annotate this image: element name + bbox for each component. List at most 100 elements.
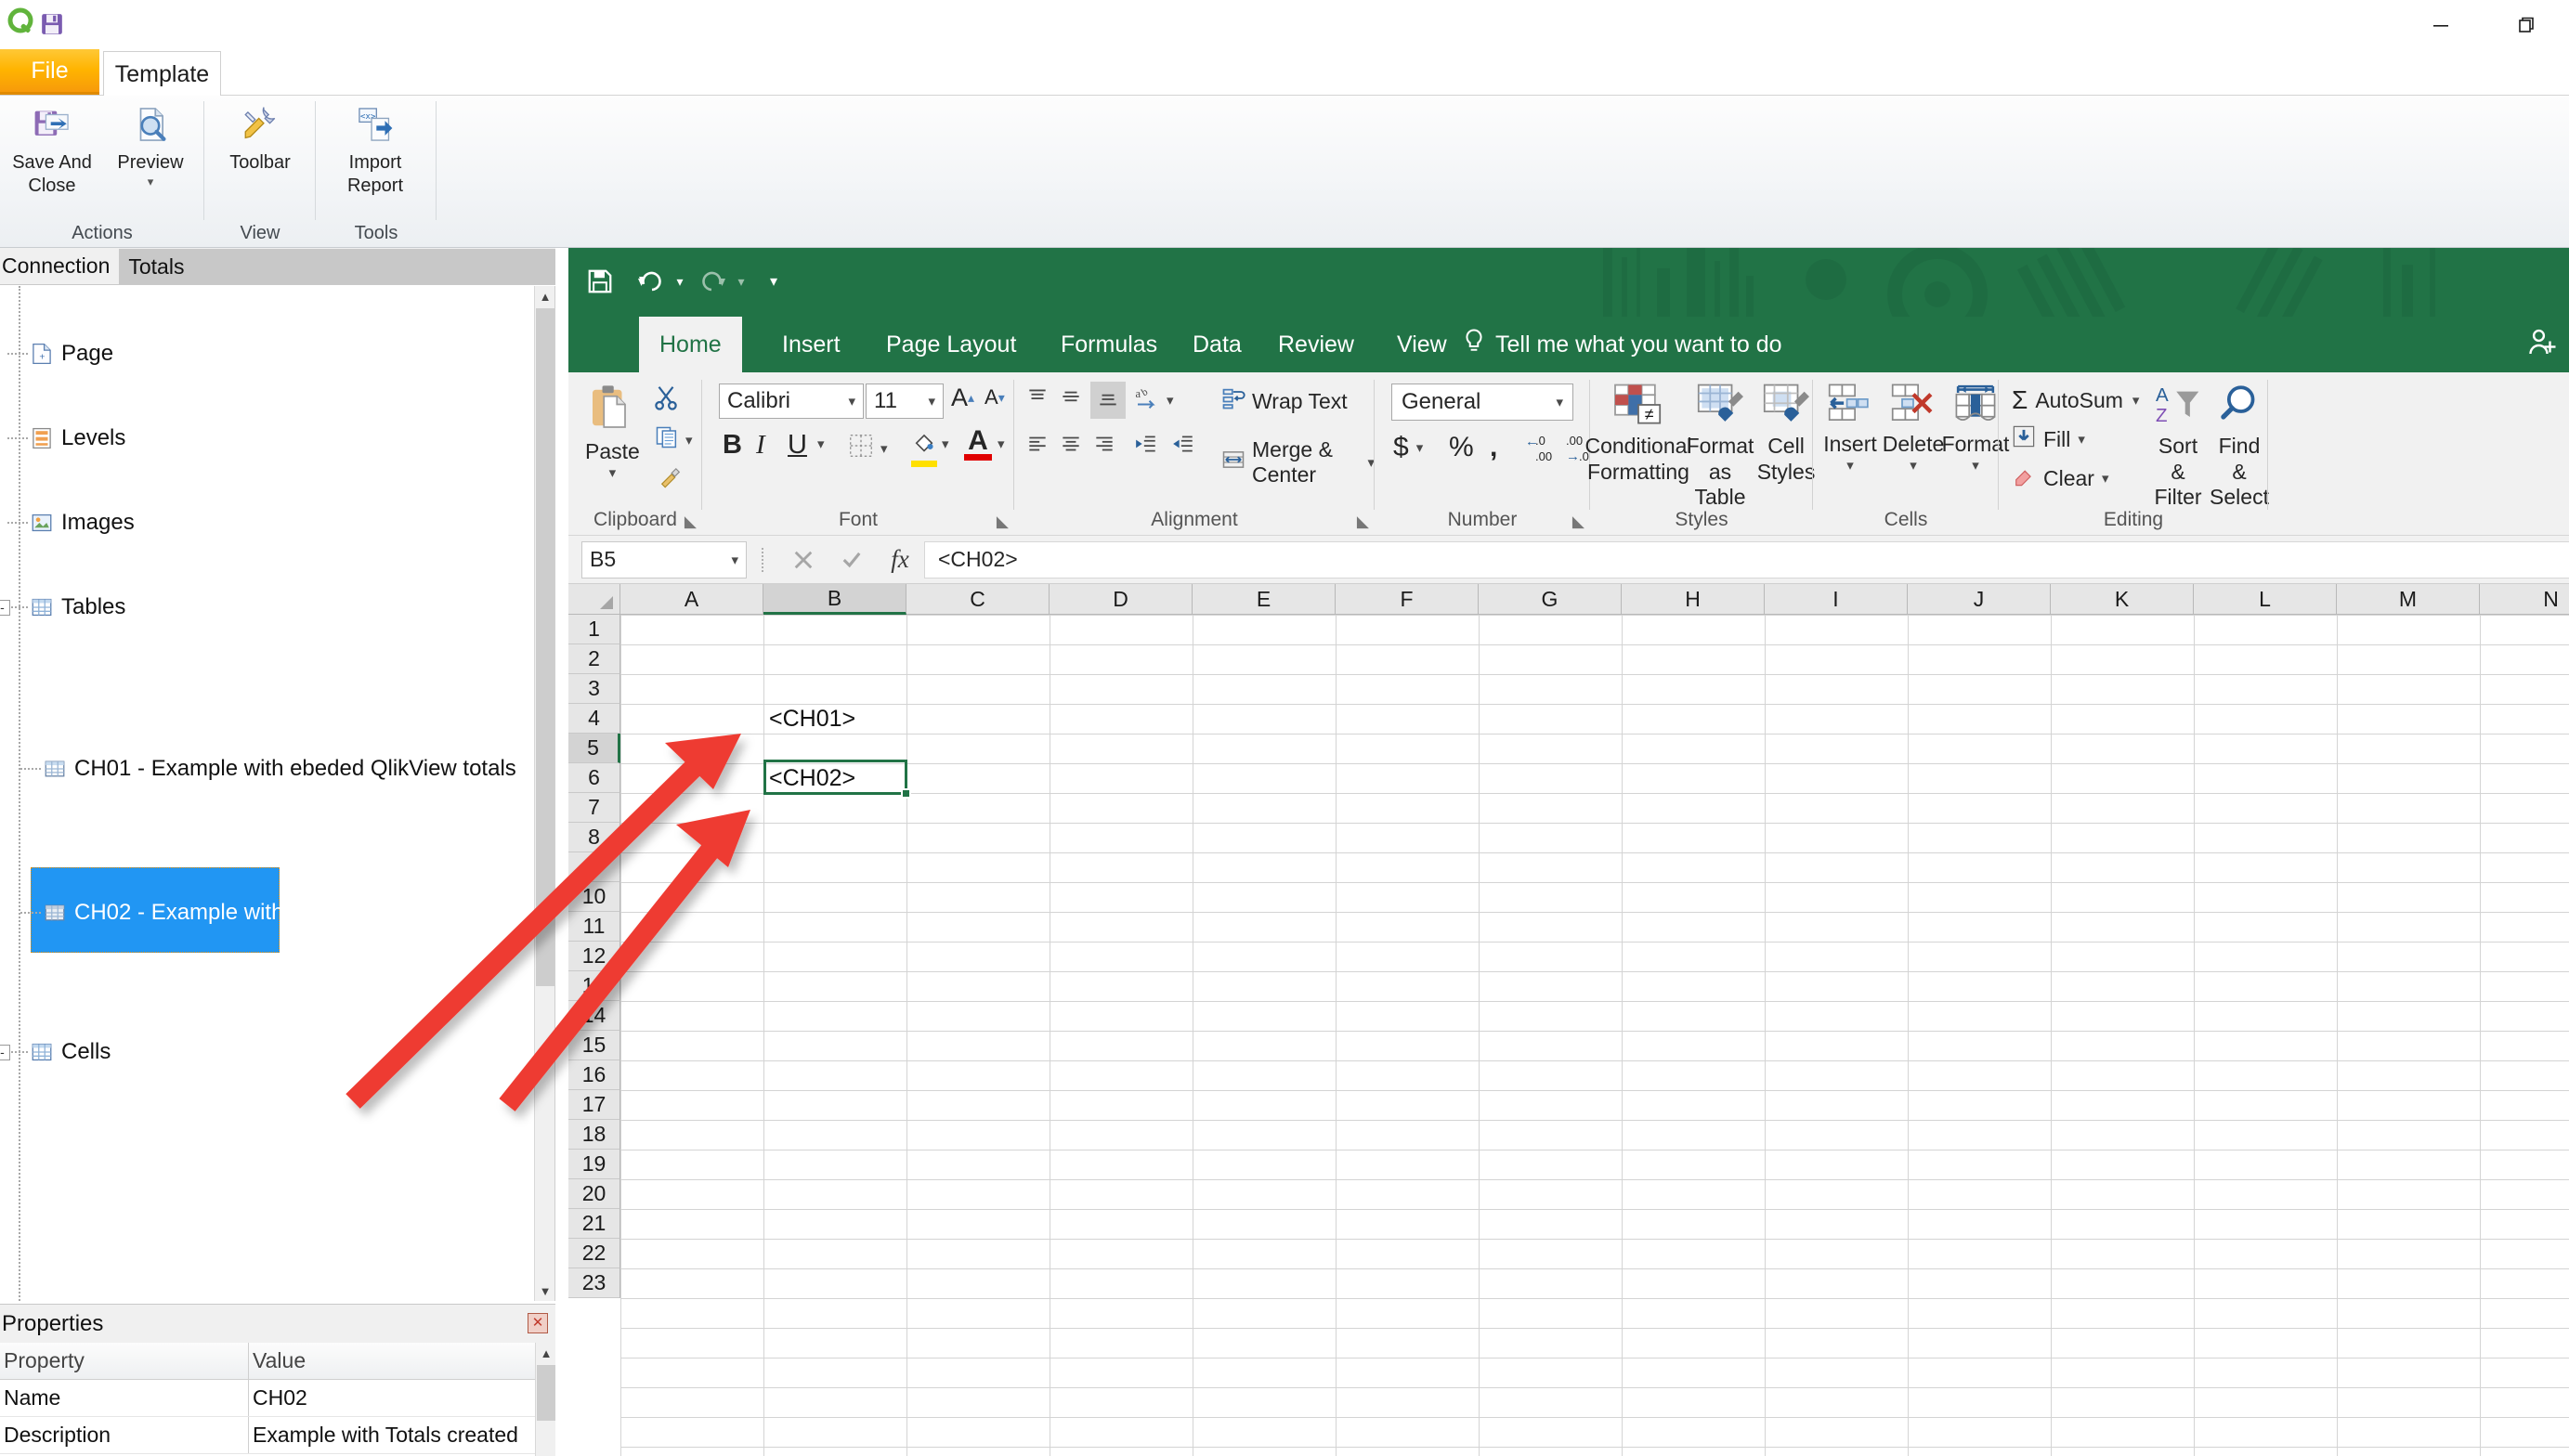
find-select-button[interactable]: Find & Select	[2210, 384, 2269, 511]
column-header-j[interactable]: J	[1908, 584, 2051, 615]
row-header-16[interactable]: 16	[568, 1060, 620, 1090]
tab-insert[interactable]: Insert	[762, 317, 861, 372]
row-header-20[interactable]: 20	[568, 1179, 620, 1209]
row-header-2[interactable]: 2	[568, 644, 620, 674]
font-dialog-launcher-icon[interactable]: ◣	[997, 513, 1009, 531]
preview-button[interactable]: Preview ▾	[106, 103, 195, 189]
preview-dropdown-arrow-icon[interactable]: ▾	[106, 175, 195, 189]
import-report-button[interactable]: <x> Import Report	[323, 103, 427, 198]
number-dialog-launcher-icon[interactable]: ◣	[1572, 513, 1584, 531]
row-header-19[interactable]: 19	[568, 1150, 620, 1179]
conditional-formatting-button[interactable]: ≠ Conditional Formatting	[1584, 382, 1692, 485]
property-value[interactable]: Example with Totals created	[249, 1417, 555, 1453]
table-row[interactable]: Description Example with Totals created	[0, 1417, 555, 1454]
format-cells-button[interactable]: Format ▾	[1942, 382, 2009, 474]
row-header-10[interactable]: 10	[568, 882, 620, 912]
paste-button[interactable]: Paste ▾	[585, 382, 640, 481]
row-header-3[interactable]: 3	[568, 674, 620, 704]
align-top-button[interactable]	[1025, 385, 1050, 410]
tab-page-layout[interactable]: Page Layout	[866, 317, 1037, 372]
customize-qat-icon[interactable]: ▾	[762, 261, 786, 302]
column-header-k[interactable]: K	[2051, 584, 2194, 615]
tab-view[interactable]: View	[1376, 317, 1467, 372]
decrease-indent-button[interactable]	[1133, 432, 1159, 462]
chevron-down-icon[interactable]: ▾	[1910, 457, 1917, 474]
scrollbar-thumb[interactable]	[536, 308, 554, 986]
row-header-1[interactable]: 1	[568, 615, 620, 644]
excel-undo-icon[interactable]	[630, 261, 672, 302]
select-all-corner[interactable]	[568, 584, 620, 615]
font-color-dropdown[interactable]: ▾	[998, 436, 1005, 452]
tree-node-ch01[interactable]: CH01 - Example with ebeded QlikView tota…	[20, 753, 516, 785]
row-header-11[interactable]: 11	[568, 912, 620, 942]
connection-value[interactable]: Totals	[119, 248, 555, 284]
row-header-9[interactable]: 9	[568, 852, 620, 882]
column-header-c[interactable]: C	[906, 584, 1050, 615]
column-header-l[interactable]: L	[2194, 584, 2337, 615]
align-bottom-button[interactable]	[1090, 382, 1126, 419]
tree-node-images[interactable]: Images	[7, 507, 135, 539]
column-header-i[interactable]: I	[1765, 584, 1908, 615]
active-cell-outline[interactable]	[763, 760, 911, 799]
wrap-text-button[interactable]: Wrap Text	[1220, 385, 1348, 417]
column-header-m[interactable]: M	[2337, 584, 2480, 615]
increase-font-size-button[interactable]: A ▴	[951, 384, 974, 412]
chevron-down-icon[interactable]: ▾	[2132, 392, 2140, 409]
scroll-up-icon[interactable]: ▲	[536, 1343, 556, 1363]
row-header-17[interactable]: 17	[568, 1090, 620, 1120]
fill-color-button[interactable]	[910, 430, 938, 467]
confirm-icon[interactable]	[828, 541, 876, 578]
align-left-button[interactable]	[1025, 432, 1050, 456]
tab-data[interactable]: Data	[1172, 317, 1262, 372]
excel-redo-icon[interactable]	[691, 261, 734, 302]
column-header-f[interactable]: F	[1336, 584, 1479, 615]
underline-button[interactable]: U	[788, 430, 807, 461]
cell-styles-button[interactable]: Cell Styles	[1757, 382, 1815, 485]
column-header-h[interactable]: H	[1622, 584, 1765, 615]
property-value[interactable]: CH02	[249, 1380, 555, 1416]
currency-format-button[interactable]: $ ▾	[1393, 432, 1423, 463]
tab-review[interactable]: Review	[1258, 317, 1375, 372]
column-header-g[interactable]: G	[1479, 584, 1622, 615]
save-and-close-button[interactable]: Save And Close	[2, 103, 102, 198]
tab-template[interactable]: Template	[103, 51, 221, 97]
chevron-down-icon[interactable]: ▾	[1972, 457, 1979, 474]
alignment-dialog-launcher-icon[interactable]: ◣	[1357, 513, 1369, 531]
row-header-13[interactable]: 13	[568, 971, 620, 1001]
scroll-up-icon[interactable]: ▲	[535, 286, 554, 306]
minimize-button[interactable]	[2398, 0, 2484, 49]
tab-file[interactable]: File	[0, 49, 99, 95]
row-header-14[interactable]: 14	[568, 1001, 620, 1031]
underline-dropdown-button[interactable]: ▾	[817, 436, 825, 452]
percent-format-button[interactable]: %	[1449, 432, 1474, 463]
column-header-a[interactable]: A	[620, 584, 763, 615]
quick-save-icon[interactable]	[39, 11, 65, 37]
chevron-down-icon[interactable]: ▾	[1846, 457, 1854, 474]
tell-me-search[interactable]: Tell me what you want to do	[1462, 317, 1782, 372]
scroll-down-icon[interactable]: ▼	[535, 1280, 554, 1301]
fill-handle[interactable]	[901, 788, 911, 799]
delete-cells-button[interactable]: Delete ▾	[1883, 382, 1944, 474]
table-row[interactable]: Name CH02	[0, 1380, 555, 1417]
excel-redo-dropdown-icon[interactable]: ▾	[732, 261, 750, 302]
row-header-21[interactable]: 21	[568, 1209, 620, 1239]
insert-cells-button[interactable]: Insert ▾	[1822, 382, 1878, 474]
insert-function-icon[interactable]: fx	[876, 541, 924, 578]
merge-center-button[interactable]: Merge & Center ▾	[1220, 437, 1375, 488]
row-header-18[interactable]: 18	[568, 1120, 620, 1150]
name-box[interactable]: B5 ▾	[581, 540, 747, 578]
autosum-button[interactable]: Σ AutoSum ▾	[2012, 385, 2139, 415]
chevron-down-icon[interactable]: ▾	[2078, 431, 2085, 448]
chevron-down-icon[interactable]: ▾	[1416, 439, 1424, 456]
column-header-d[interactable]: D	[1050, 584, 1193, 615]
chevron-down-icon[interactable]: ▾	[880, 440, 888, 457]
decrease-font-size-button[interactable]: A ▾	[985, 385, 1005, 410]
excel-undo-dropdown-icon[interactable]: ▾	[671, 261, 689, 302]
close-icon[interactable]: ✕	[528, 1313, 548, 1333]
text-orientation-button[interactable]: a b ▾	[1133, 384, 1174, 417]
borders-button[interactable]: ▾	[847, 432, 888, 465]
fill-button[interactable]: Fill ▾	[2012, 424, 2085, 454]
row-header-8[interactable]: 8	[568, 823, 620, 852]
row-header-7[interactable]: 7	[568, 793, 620, 823]
tree-node-page[interactable]: + Page	[7, 338, 113, 370]
